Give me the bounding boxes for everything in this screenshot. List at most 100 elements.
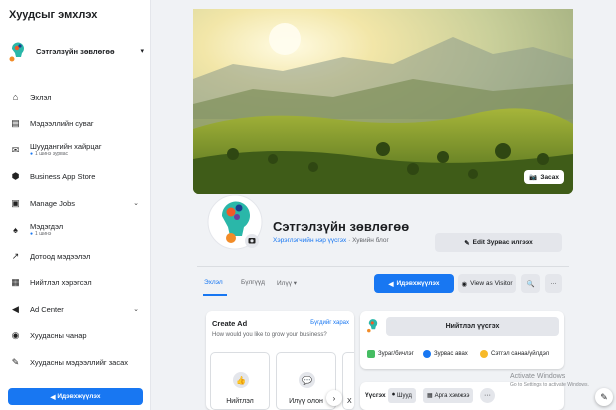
sidebar-item-text: Эхлэл xyxy=(30,93,139,102)
photo-video-label: Зураг/бичлэг xyxy=(378,351,414,357)
main-content: 📷 Засах Сэтгэлзүйн зөвлөгөө Хэрэглэгчийн… xyxy=(151,0,616,410)
sidebar-title: Хуудсыг эмхлэх xyxy=(9,9,98,21)
sidebar-item[interactable]: ▦ Нийтлэл хэрэгсэл xyxy=(0,270,151,297)
more-icon[interactable]: ··· xyxy=(480,388,495,403)
sidebar-item-text: Шуудангийн хайрцаг1 шинэ зурвас xyxy=(30,142,139,158)
sidebar-item-text: Мэдээллийн суваг xyxy=(30,119,139,128)
sidebar-item[interactable]: ⬢ Business App Store xyxy=(0,164,151,191)
sidebar-promote-label: Идэвхжүүлэх xyxy=(57,393,101,400)
sidebar-item[interactable]: ↗ Дотоод мэдээлэл xyxy=(0,243,151,270)
create-post-button[interactable]: Нийтлэл үүсгэх xyxy=(386,317,559,336)
get-messages-button[interactable]: Зурвас авах xyxy=(423,350,468,358)
page-name: Сэтгэлзүйн зөвлөгөө xyxy=(36,46,115,56)
sidebar-item-label: Хуудасны мэдээллийг засах xyxy=(30,357,129,367)
sidebar-item-text: Нийтлэл хэрэгсэл xyxy=(30,278,139,287)
edit-page-button[interactable]: ✎ Edit Зурвас илгээх xyxy=(435,233,562,252)
create-username-link[interactable]: Хэрэглэгчийн нэр үүсгэх xyxy=(273,237,346,244)
messenger-icon: 💬 xyxy=(299,372,315,388)
sidebar-item[interactable]: ✎ Хуудасны мэдээллийг засах xyxy=(0,349,151,376)
sidebar-item-text: Business App Store xyxy=(30,172,139,181)
live-label: Шууд xyxy=(397,392,412,399)
promote-button[interactable]: ◀ Идэвхжүүлэх xyxy=(374,274,454,293)
sidebar-item-text: Дотоод мэдээлэл xyxy=(30,252,139,261)
sidebar-item[interactable]: ▣ Manage Jobs ⌄ xyxy=(0,190,151,217)
messenger-icon xyxy=(423,350,431,358)
insights-icon: ↗ xyxy=(11,250,20,261)
sidebar-item-label: Эхлэл xyxy=(30,92,52,102)
search-icon: 🔍 xyxy=(526,280,535,288)
ad-option-tile[interactable]: Х xyxy=(342,352,354,410)
sidebar-item-sublabel: 1 шинэ зурвас xyxy=(30,151,139,158)
sidebar-item-text: Manage Jobs xyxy=(30,199,133,208)
ad-option-tile[interactable]: 👍 Нийтлэл xyxy=(210,352,270,410)
view-as-visitor-label: View as Visitor xyxy=(470,280,513,287)
home-icon: ⌂ xyxy=(12,92,19,103)
app-store-icon: ⬢ xyxy=(11,171,20,182)
sidebar-item-text: Хуудасны мэдээллийг засах xyxy=(30,358,139,367)
sidebar-item-label: Ad Center xyxy=(30,304,64,314)
tab-home[interactable]: Эхлэл xyxy=(204,279,223,286)
compose-icon[interactable]: ✎ xyxy=(595,388,613,406)
tab-groups[interactable]: Бүлгүүд xyxy=(241,279,265,286)
event-label: Арга хэмжээ xyxy=(434,392,470,399)
sidebar-item[interactable]: ✉ Шуудангийн хайрцаг1 шинэ зурвас xyxy=(0,137,151,164)
more-options-button[interactable]: ··· xyxy=(545,274,562,293)
profile-picture[interactable] xyxy=(207,186,263,258)
sidebar-item-label: Мэдээллийн суваг xyxy=(30,119,94,129)
bell-icon: ♠ xyxy=(13,224,18,235)
watermark-title: Activate Windows xyxy=(510,373,566,380)
sidebar: Хуудсыг эмхлэх Сэтгэлзүйн зөвлөгөө ▾ ⌂ Эх… xyxy=(0,0,151,410)
event-button[interactable]: ▦ Арга хэмжээ xyxy=(423,388,474,403)
megaphone-icon: ◀ xyxy=(50,393,58,401)
sidebar-item-sublabel: 1 шинэ xyxy=(30,231,139,238)
sidebar-item[interactable]: ♠ Мэдэгдэл1 шинэ xyxy=(0,217,151,244)
thumbs-up-icon: 👍 xyxy=(233,372,249,388)
sidebar-item[interactable]: ⌂ Эхлэл xyxy=(0,84,151,111)
view-as-visitor-button[interactable]: ◉ View as Visitor xyxy=(458,274,516,293)
page-switcher[interactable]: Сэтгэлзүйн зөвлөгөө ▾ xyxy=(8,38,144,64)
sidebar-promote-button[interactable]: ◀ Идэвхжүүлэх xyxy=(8,388,143,405)
tab-more[interactable]: Илүү ▾ xyxy=(277,279,297,287)
pencil-icon: ✎ xyxy=(11,356,20,367)
sidebar-nav: ⌂ Эхлэл ▤ Мэдээллийн суваг ✉ Шуудангийн хайрц… xyxy=(0,84,151,376)
pencil-icon: ✎ xyxy=(464,239,470,247)
feeling-activity-button[interactable]: Сэтгэл санаа/үйлдэл xyxy=(480,350,549,358)
chevron-right-icon[interactable]: › xyxy=(326,390,342,406)
live-icon: ⏺ xyxy=(392,392,396,398)
get-messages-label: Зурвас авах xyxy=(434,351,468,357)
photo-video-button[interactable]: Зураг/бичлэг xyxy=(367,350,414,358)
inbox-icon: ✉ xyxy=(11,144,20,155)
smiley-icon xyxy=(480,350,488,358)
create-ad-subtitle: How would you like to grow your business… xyxy=(212,332,327,338)
event-icon: ▦ xyxy=(427,393,433,399)
sidebar-item-label: Нийтлэл хэрэгсэл xyxy=(30,278,92,288)
sidebar-item-text: Хуудасны чанар xyxy=(30,331,139,340)
ad-option-label: Х xyxy=(347,398,352,405)
promote-label: Идэвхжүүлэх xyxy=(396,280,440,287)
chevron-down-icon[interactable]: ⌄ xyxy=(133,199,139,207)
sidebar-item-label: Дотоод мэдээлэл xyxy=(30,251,91,261)
see-all-link[interactable]: Бүгдийг харах xyxy=(310,320,349,326)
chevron-down-icon[interactable]: ▾ xyxy=(140,47,144,55)
feeling-activity-label: Сэтгэл санаа/үйлдэл xyxy=(491,351,550,357)
live-button[interactable]: ⏺ Шууд xyxy=(388,388,416,403)
sidebar-item[interactable]: ▤ Мэдээллийн суваг xyxy=(0,111,151,138)
sidebar-item-label: Мэдэгдэл xyxy=(30,221,64,231)
sidebar-item-text: Ad Center xyxy=(30,305,133,314)
edit-cover-button[interactable]: 📷 Засах xyxy=(524,170,564,184)
chevron-down-icon[interactable]: ⌄ xyxy=(133,305,139,313)
page-title: Сэтгэлзүйн зөвлөгөө xyxy=(273,219,410,234)
cover-photo: 📷 Засах xyxy=(193,9,573,194)
publishing-tools-icon: ▦ xyxy=(11,277,20,288)
briefcase-icon: ▣ xyxy=(11,197,20,208)
activate-windows-watermark: Activate Windows Go to Settings to activ… xyxy=(510,372,589,390)
sidebar-item[interactable]: ◀ Ad Center ⌄ xyxy=(0,296,151,323)
camera-icon: 📷 xyxy=(529,174,538,181)
sidebar-item[interactable]: ◉ Хуудасны чанар xyxy=(0,323,151,350)
create-bar-label: Үүсгэх xyxy=(365,392,386,399)
page-quality-icon: ◉ xyxy=(11,330,20,341)
search-button[interactable]: 🔍 xyxy=(521,274,540,293)
watermark-subtitle: Go to Settings to activate Windows. xyxy=(510,382,589,388)
photo-icon xyxy=(367,350,375,358)
page-category: Хэрэглэгчийн нэр үүсгэх · Хувийн блог xyxy=(273,237,389,244)
